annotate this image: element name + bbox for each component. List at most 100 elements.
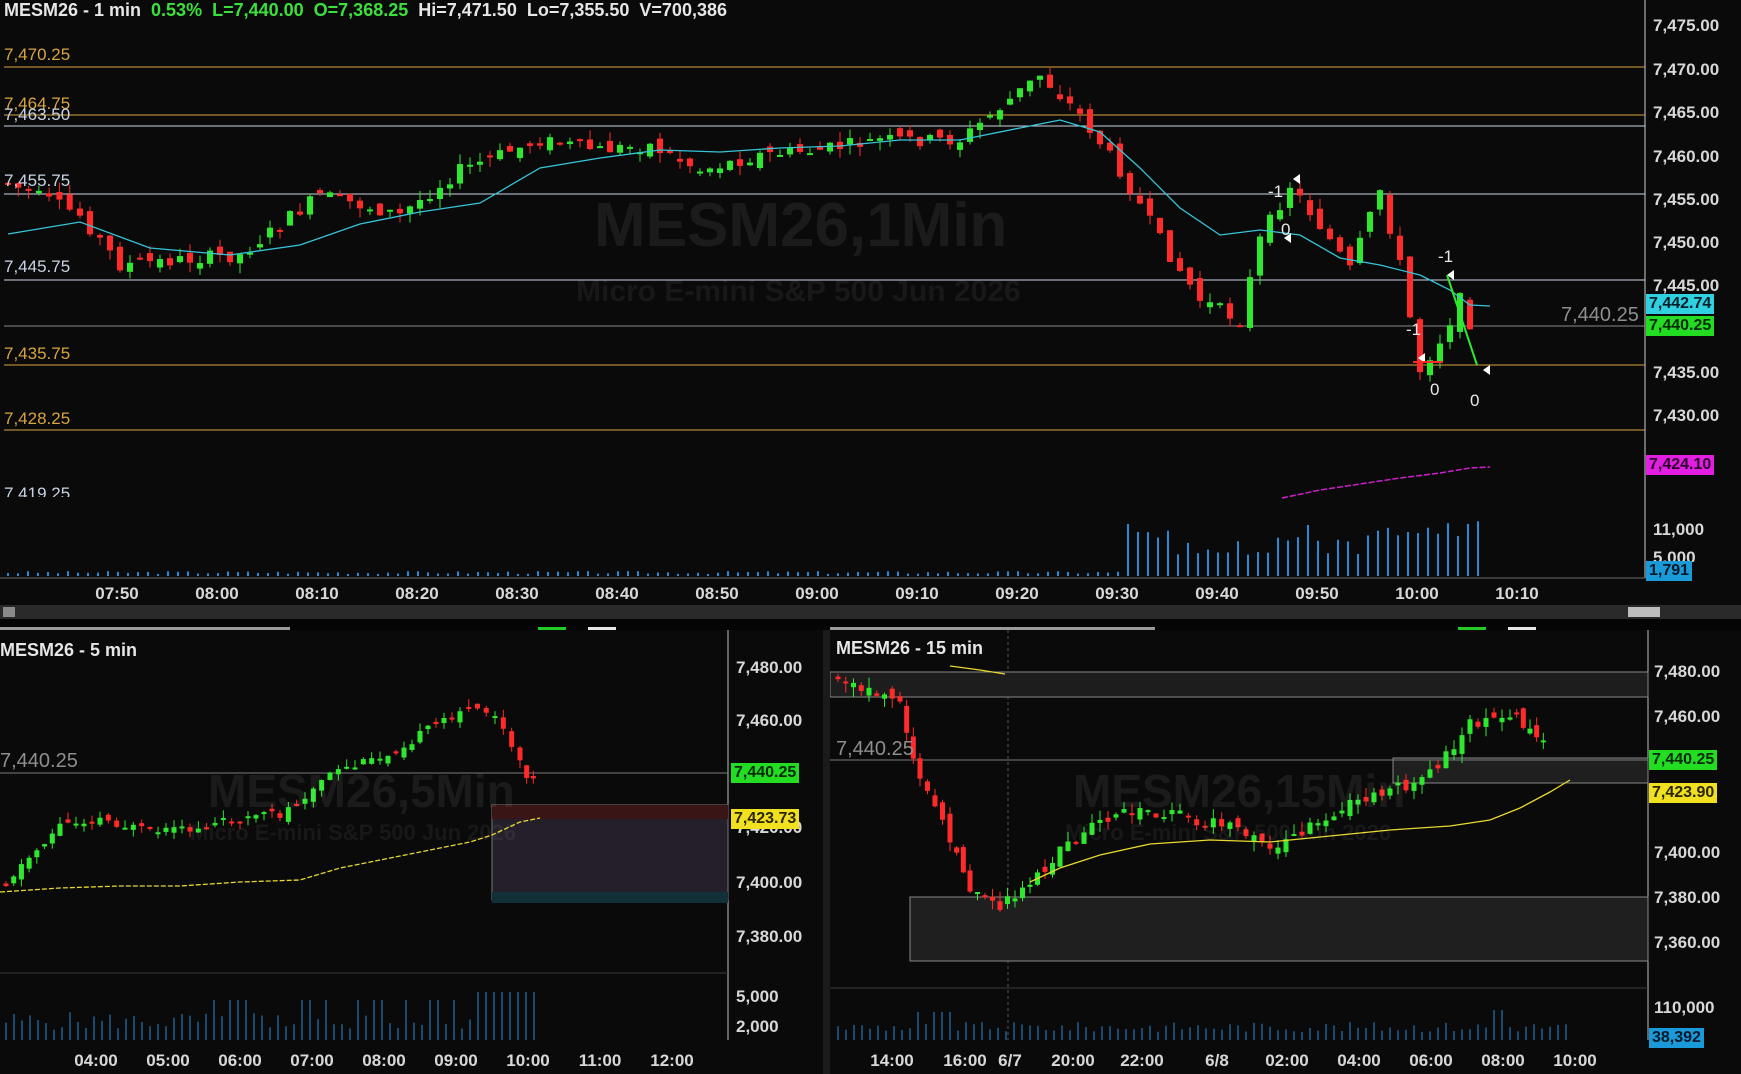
candle-body: [117, 246, 123, 271]
level-label: 7,419.25: [4, 484, 71, 497]
time-tick: 20:00: [1051, 1051, 1095, 1070]
candle-body: [393, 751, 399, 754]
price-tick: 7,400.00: [736, 873, 803, 892]
candle-body: [1020, 887, 1025, 899]
candle-body: [397, 208, 403, 214]
last-price-tag-5m: 7,440.25: [731, 763, 800, 783]
chart-pane-5min[interactable]: MESM26,5Min Micro E-mini S&P 500 Jun 202…: [0, 630, 823, 1074]
candle-body: [73, 823, 79, 826]
candle-body: [617, 144, 623, 153]
time-tick: 09:10: [895, 584, 939, 603]
candle-body: [517, 747, 523, 761]
chart-pane-15min[interactable]: MESM26,15Min Micro E-mini S&P 500 Jun 20…: [830, 630, 1741, 1074]
candle-body: [87, 211, 93, 235]
candle-body: [387, 209, 393, 212]
candle-body: [57, 823, 63, 836]
candle-body: [167, 258, 173, 266]
time-tick: 02:00: [1265, 1051, 1309, 1070]
candle-body: [627, 146, 633, 149]
candle-body: [1137, 195, 1143, 204]
candle-body: [177, 256, 183, 263]
chart-15min-canvas[interactable]: [830, 630, 1741, 1074]
candle-body: [537, 143, 543, 146]
trade-annotation: -1: [1406, 320, 1422, 339]
scroll-left-handle[interactable]: [3, 607, 15, 617]
candle-body: [1227, 303, 1233, 319]
symbol-title: MESM26 - 1 min: [4, 0, 142, 20]
candle-body: [677, 158, 683, 162]
candle-body: [155, 832, 161, 835]
candle-body: [130, 824, 136, 830]
time-tick: 10:10: [1495, 584, 1539, 603]
candle-body: [122, 827, 128, 830]
candle-body: [467, 164, 473, 167]
candle-body: [89, 821, 95, 824]
candle-body: [897, 696, 903, 702]
candle-body: [1387, 194, 1393, 234]
candle-body: [1012, 898, 1018, 902]
candle-body: [1147, 198, 1153, 216]
vertical-pane-divider[interactable]: [823, 630, 830, 1074]
candle-body: [171, 827, 177, 833]
chart-pane-1min[interactable]: MESM26,1Min Micro E-mini S&P 500 Jun 202…: [0, 0, 1741, 605]
time-tick: 10:00: [1553, 1051, 1597, 1070]
candle-body: [1357, 237, 1363, 264]
price-tick: 7,380.00: [1654, 888, 1721, 907]
candle-body: [1287, 187, 1293, 208]
volume-tag-15m: 38,392: [1649, 1028, 1704, 1048]
candle-body: [433, 721, 439, 724]
open-value: O=7,368.25: [313, 0, 409, 20]
trade-annotation: 0: [1470, 391, 1480, 410]
fvg-bottom-band: [492, 892, 728, 903]
candle-body: [557, 142, 563, 145]
scroll-thumb[interactable]: [1628, 607, 1660, 617]
trade-annotation: -1: [1438, 247, 1454, 266]
time-tick: 04:00: [74, 1051, 118, 1070]
candle-body: [827, 142, 833, 152]
time-tick: 22:00: [1120, 1051, 1164, 1070]
time-tick: 10:00: [1395, 584, 1439, 603]
price-tick: 7,435.00: [1653, 363, 1720, 382]
candle-body: [35, 190, 42, 194]
candle-body: [1157, 217, 1163, 234]
time-tick: 09:30: [1095, 584, 1139, 603]
price-tick: 7,470.00: [1653, 60, 1720, 79]
candle-body: [1451, 749, 1457, 756]
price-tick: 7,475.00: [1653, 16, 1720, 35]
candle-body: [127, 262, 133, 272]
candle-body: [18, 864, 24, 880]
candle-body: [1435, 764, 1441, 769]
time-tick: 08:20: [395, 584, 439, 603]
candle-body: [1307, 200, 1313, 216]
candle-body: [977, 122, 983, 131]
candle-body: [577, 139, 583, 142]
level-label: 7,470.25: [4, 45, 71, 64]
horizontal-scrollbar[interactable]: [0, 605, 1741, 619]
time-tick: 16:00: [943, 1051, 987, 1070]
level-label: 7,435.75: [4, 344, 71, 363]
candle-body: [647, 143, 653, 157]
candle-body: [697, 171, 703, 174]
price-tick: 7,455.00: [1653, 190, 1720, 209]
candle-body: [904, 705, 910, 733]
candle-body: [597, 146, 603, 149]
candle-body: [237, 254, 243, 264]
trade-annotation: 0: [1281, 220, 1291, 239]
price-tick: 7,460.00: [1653, 147, 1720, 166]
candle-body: [1347, 246, 1353, 266]
chart-5min-canvas[interactable]: [0, 630, 823, 1074]
volume-value: V=700,386: [639, 0, 727, 20]
candle-body: [1540, 740, 1546, 743]
candle-body: [777, 154, 783, 157]
candle-body: [357, 200, 363, 209]
candle-body: [139, 823, 145, 827]
time-tick: 08:00: [362, 1051, 406, 1070]
fvg-zone: [491, 804, 729, 901]
candle-body: [1197, 278, 1203, 301]
candle-body: [267, 227, 273, 238]
candle-body: [707, 168, 713, 173]
candle-body: [287, 211, 293, 226]
time-tick: 08:30: [495, 584, 539, 603]
candle-body: [1187, 267, 1193, 285]
candle-body: [42, 844, 48, 847]
